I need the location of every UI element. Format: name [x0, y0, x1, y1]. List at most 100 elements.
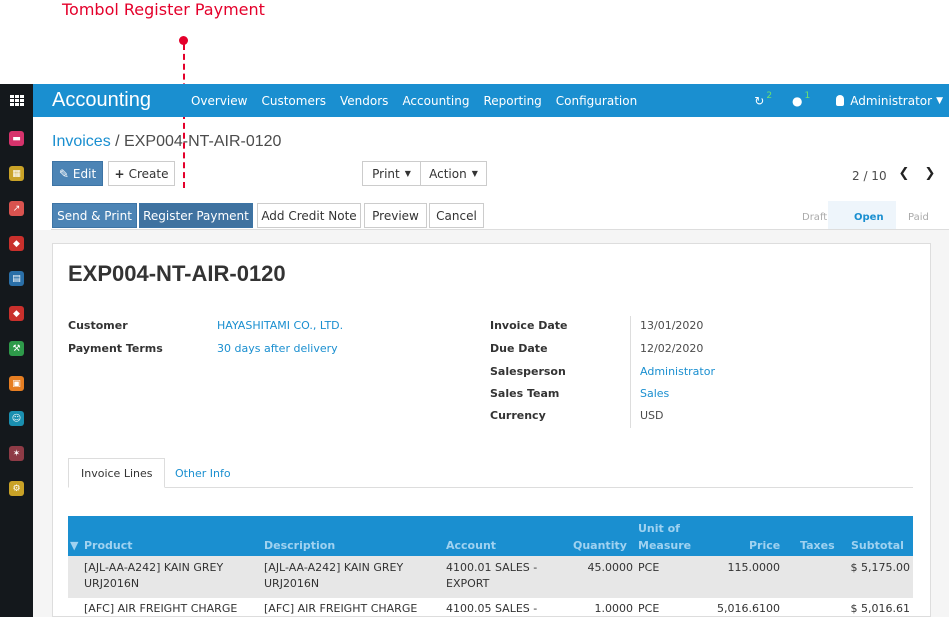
invoice-date-label: Invoice Date — [490, 319, 568, 332]
breadcrumb-current: EXP004-NT-AIR-0120 — [124, 133, 282, 150]
pager-value[interactable]: 2 / 10 — [852, 169, 887, 183]
row-account: 4100.05 SALES - — [446, 602, 538, 615]
activity-button[interactable]: ↻ 2 — [754, 90, 773, 108]
caret-down-icon: ▼ — [404, 169, 411, 178]
customer-label: Customer — [68, 319, 128, 332]
plus-icon: + — [114, 166, 125, 181]
menu-reporting[interactable]: Reporting — [483, 94, 541, 108]
column-taxes[interactable]: Taxes — [800, 539, 835, 552]
tab-other-info[interactable]: Other Info — [163, 458, 243, 488]
column-account[interactable]: Account — [446, 539, 496, 552]
status-open: Open — [854, 212, 884, 223]
send-print-button[interactable]: Send & Print — [52, 203, 137, 228]
column-product[interactable]: Product — [84, 539, 133, 552]
settings-icon[interactable]: ⚙ — [9, 481, 24, 496]
menu-overview[interactable]: Overview — [191, 94, 248, 108]
pager-next-button[interactable]: ❯ — [920, 163, 940, 183]
tab-invoice-lines[interactable]: Invoice Lines — [68, 458, 166, 488]
add-credit-note-button[interactable]: Add Credit Note — [257, 203, 361, 228]
clock-icon: ↻ — [754, 93, 765, 108]
salesperson-value[interactable]: Administrator — [640, 365, 715, 378]
row-account: 4100.01 SALES - — [446, 561, 538, 574]
user-icon — [836, 95, 845, 106]
sales-icon[interactable]: ◆ — [9, 236, 24, 251]
grid-icon — [9, 94, 24, 107]
menu-accounting[interactable]: Accounting — [402, 94, 469, 108]
messages-badge: 1 — [804, 90, 811, 101]
sort-caret-icon: ▼ — [70, 539, 79, 552]
purchase-icon[interactable]: ◆ — [9, 306, 24, 321]
row-subtotal: $ 5,016.61 — [850, 602, 910, 615]
row-uom: PCE — [638, 561, 660, 574]
app-title[interactable]: Accounting — [52, 89, 151, 112]
currency-value: USD — [640, 409, 664, 422]
row-product: [AFC] AIR FREIGHT CHARGE — [84, 602, 238, 615]
discuss-icon[interactable]: ▬ — [9, 131, 24, 146]
edit-button[interactable]: ✎ Edit — [52, 161, 103, 186]
payment-terms-value[interactable]: 30 days after delivery — [217, 342, 338, 355]
activity-badge: 2 — [766, 90, 773, 101]
print-button[interactable]: Print ▼ — [362, 161, 421, 186]
due-date-value: 12/02/2020 — [640, 342, 704, 355]
row-price: 5,016.6100 — [717, 602, 780, 615]
top-navbar: Accounting Overview Customers Vendors Ac… — [0, 84, 949, 117]
user-name: Administrator — [850, 93, 933, 108]
sales-team-value[interactable]: Sales — [640, 387, 669, 400]
row-description: [AFC] AIR FREIGHT CHARGE — [264, 602, 418, 615]
column-subtotal[interactable]: Subtotal — [851, 539, 904, 552]
due-date-label: Due Date — [490, 342, 548, 355]
row-description-cont: URJ2016N — [264, 577, 320, 590]
tools-icon[interactable]: ⚒ — [9, 341, 24, 356]
systray: ↻ 2 ● 1 Administrator ▼ — [734, 84, 943, 117]
apps-icon[interactable]: ✶ — [9, 446, 24, 461]
app-sidebar: ▬ ▦ ↗ ◆ ▤ ◆ ⚒ ▣ ☺ ✶ ⚙ — [0, 117, 33, 617]
documents-icon[interactable]: ▣ — [9, 376, 24, 391]
chevron-right-icon: ❯ — [924, 165, 936, 181]
pencil-icon: ✎ — [58, 166, 69, 181]
row-product-cont: URJ2016N — [84, 577, 140, 590]
row-quantity: 45.0000 — [587, 561, 634, 574]
breadcrumb-invoices[interactable]: Invoices — [52, 133, 111, 150]
user-menu[interactable]: Administrator ▼ — [836, 94, 943, 108]
app-root: Tombol Register Payment Accounting Overv… — [0, 0, 949, 617]
customer-value[interactable]: HAYASHITAMI CO., LTD. — [217, 319, 343, 332]
column-uom-line1[interactable]: Unit of — [638, 522, 680, 535]
invoice-number: EXP004-NT-AIR-0120 — [68, 261, 286, 286]
calendar-icon[interactable]: ▦ — [9, 166, 24, 181]
row-uom: PCE — [638, 602, 660, 615]
messages-button[interactable]: ● 1 — [792, 90, 811, 108]
apps-menu-button[interactable] — [0, 84, 33, 117]
preview-button[interactable]: Preview — [364, 203, 427, 228]
annotation-label: Tombol Register Payment — [62, 0, 265, 19]
action-button[interactable]: Action ▼ — [420, 161, 487, 186]
column-uom-line2[interactable]: Measure — [638, 539, 691, 552]
status-paid: Paid — [908, 212, 929, 223]
salesperson-label: Salesperson — [490, 365, 566, 378]
column-description[interactable]: Description — [264, 539, 335, 552]
menu-configuration[interactable]: Configuration — [556, 94, 637, 108]
menu-customers[interactable]: Customers — [261, 94, 326, 108]
register-payment-button[interactable]: Register Payment — [139, 203, 253, 228]
payment-terms-label: Payment Terms — [68, 342, 163, 355]
column-price[interactable]: Price — [749, 539, 780, 552]
field-separator — [630, 316, 631, 428]
main-menu: Overview Customers Vendors Accounting Re… — [191, 94, 651, 108]
row-account-cont: EXPORT — [446, 577, 490, 590]
status-draft: Draft — [802, 212, 828, 223]
invoicing-icon[interactable]: ▤ — [9, 271, 24, 286]
chevron-left-icon: ❮ — [898, 165, 910, 181]
row-description: [AJL-AA-A242] KAIN GREY — [264, 561, 404, 574]
employees-icon[interactable]: ☺ — [9, 411, 24, 426]
chat-icon: ● — [792, 93, 803, 108]
row-subtotal: $ 5,175.00 — [850, 561, 910, 574]
sales-team-label: Sales Team — [490, 387, 560, 400]
invoice-date-value: 13/01/2020 — [640, 319, 704, 332]
currency-label: Currency — [490, 409, 546, 422]
pager-previous-button[interactable]: ❮ — [894, 163, 914, 183]
menu-vendors[interactable]: Vendors — [340, 94, 388, 108]
cancel-button[interactable]: Cancel — [429, 203, 484, 228]
column-quantity[interactable]: Quantity — [573, 539, 627, 552]
dashboard-icon[interactable]: ↗ — [9, 201, 24, 216]
row-price: 115.0000 — [727, 561, 781, 574]
create-button[interactable]: + Create — [108, 161, 175, 186]
